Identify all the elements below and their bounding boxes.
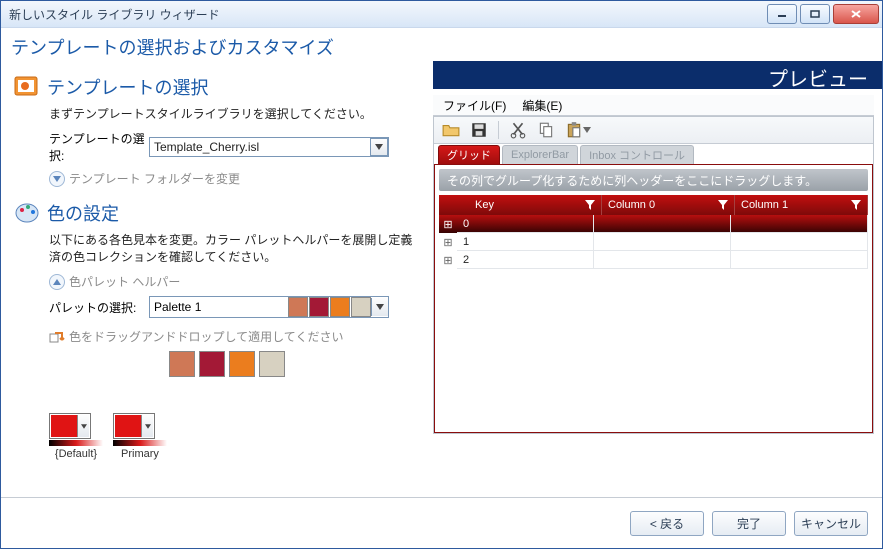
preview-tab[interactable]: ExplorerBar — [502, 145, 578, 164]
color-swatch[interactable] — [259, 351, 285, 377]
cell-col1 — [731, 251, 868, 269]
toolbar — [434, 117, 873, 144]
folder-link-text: テンプレート フォルダーを変更 — [69, 170, 240, 187]
expand-icon[interactable]: ⊞ — [439, 215, 457, 233]
chevron-down-icon — [371, 298, 388, 316]
chevron-down-icon — [370, 138, 388, 156]
expand-icon[interactable]: ⊞ — [439, 251, 457, 269]
template-desc: まずテンプレートスタイルライブラリを選択してください。 — [49, 105, 423, 122]
preview-tab[interactable]: グリッド — [438, 145, 500, 164]
left-panel: テンプレートの選択 まずテンプレートスタイルライブラリを選択してください。 テン… — [1, 61, 433, 498]
gradient-strip — [49, 440, 103, 446]
back-button[interactable]: < 戻る — [630, 511, 704, 536]
menu-bar: ファイル(F) 編集(E) — [433, 95, 874, 116]
tone-item: Primary — [113, 413, 167, 460]
column-header-1[interactable]: Column 1 — [735, 195, 868, 215]
table-row[interactable]: ⊞0 — [439, 215, 868, 233]
change-template-folder-link[interactable]: テンプレート フォルダーを変更 — [49, 170, 423, 187]
template-section-header: テンプレートの選択 — [13, 73, 423, 101]
cell-key: 1 — [457, 233, 594, 251]
palette-icon — [13, 199, 41, 227]
color-swatch[interactable] — [169, 351, 195, 377]
big-swatches — [169, 351, 423, 377]
paste-button[interactable] — [565, 121, 591, 139]
save-icon[interactable] — [470, 121, 488, 139]
tone-swatch-group: {Default} Primary — [49, 413, 423, 460]
palette-swatch — [330, 297, 350, 317]
finish-button[interactable]: 完了 — [712, 511, 786, 536]
chevron-down-icon — [49, 171, 65, 187]
grid-header: Key Column 0 Column 1 — [439, 195, 868, 215]
tone-item: {Default} — [49, 413, 103, 460]
separator — [498, 121, 499, 139]
chevron-down-icon — [583, 127, 591, 133]
copy-icon[interactable] — [537, 121, 555, 139]
preview-panel: プレビュー ファイル(F) 編集(E) — [433, 61, 882, 498]
tone-label: Primary — [113, 448, 167, 460]
titlebar: 新しいスタイル ライブラリ ウィザード — [1, 1, 882, 28]
palette-label: パレットの選択: — [49, 299, 149, 316]
maximize-button[interactable] — [800, 4, 830, 24]
cell-col0 — [594, 215, 731, 233]
wizard-footer: < 戻る 完了 キャンセル — [1, 497, 882, 548]
table-row[interactable]: ⊞1 — [439, 233, 868, 251]
template-title: テンプレートの選択 — [47, 74, 208, 100]
tone-label: {Default} — [49, 448, 103, 460]
grid-area: その列でグループ化するために列ヘッダーをここにドラッグします。 Key Colu… — [434, 165, 873, 433]
menu-edit[interactable]: 編集(E) — [522, 97, 562, 114]
paste-icon — [565, 121, 583, 139]
color-swatch[interactable] — [199, 351, 225, 377]
drag-hint-text: 色をドラッグアンドドロップして適用してください — [69, 328, 343, 345]
minimize-button[interactable] — [767, 4, 797, 24]
palette-helper-link[interactable]: 色パレット ヘルパー — [49, 273, 423, 290]
column-header-0[interactable]: Column 0 — [602, 195, 735, 215]
chevron-up-icon — [49, 274, 65, 290]
template-icon — [13, 73, 41, 101]
cell-key: 2 — [457, 251, 594, 269]
preview-tab[interactable]: Inbox コントロール — [580, 145, 694, 164]
menu-file[interactable]: ファイル(F) — [443, 97, 506, 114]
helper-link-text: 色パレット ヘルパー — [69, 273, 180, 290]
window-title: 新しいスタイル ライブラリ ウィザード — [1, 6, 220, 23]
cell-key: 0 — [457, 215, 594, 233]
table-row[interactable]: ⊞2 — [439, 251, 868, 269]
filter-icon[interactable] — [718, 200, 728, 210]
tone-swatch[interactable] — [113, 413, 155, 439]
chevron-down-icon — [77, 415, 89, 437]
preview-title: プレビュー — [433, 61, 882, 89]
drag-drop-icon — [49, 329, 65, 345]
cell-col1 — [731, 215, 868, 233]
wizard-window: 新しいスタイル ライブラリ ウィザード テンプレートの選択およびカスタマイズ テ… — [0, 0, 883, 549]
cell-col0 — [594, 251, 731, 269]
color-section-header: 色の設定 — [13, 199, 423, 227]
preview-tabs: グリッドExplorerBarInbox コントロール — [434, 144, 873, 165]
color-swatch[interactable] — [229, 351, 255, 377]
open-icon[interactable] — [442, 121, 460, 139]
cancel-button[interactable]: キャンセル — [794, 511, 868, 536]
palette-combo[interactable]: Palette 1 — [149, 296, 389, 318]
column-header-key[interactable]: Key — [469, 195, 602, 215]
palette-swatch — [309, 297, 329, 317]
palette-value: Palette 1 — [150, 300, 287, 314]
color-desc: 以下にある各色見本を変更。カラー パレットヘルパーを展開し定義済の色コレクション… — [49, 231, 423, 265]
filter-icon[interactable] — [585, 200, 595, 210]
palette-swatch — [288, 297, 308, 317]
group-by-hint[interactable]: その列でグループ化するために列ヘッダーをここにドラッグします。 — [439, 169, 868, 191]
drag-hint: 色をドラッグアンドドロップして適用してください — [49, 328, 423, 345]
expand-icon[interactable]: ⊞ — [439, 233, 457, 251]
chevron-down-icon — [141, 415, 153, 437]
filter-icon[interactable] — [851, 200, 861, 210]
cell-col0 — [594, 233, 731, 251]
palette-swatch — [351, 297, 371, 317]
close-button[interactable] — [833, 4, 879, 24]
template-combo[interactable]: Template_Cherry.isl — [149, 137, 389, 157]
cut-icon[interactable] — [509, 121, 527, 139]
palette-swatches — [287, 297, 371, 317]
template-label: テンプレートの選択: — [49, 130, 149, 164]
color-title: 色の設定 — [47, 200, 119, 226]
tone-swatch[interactable] — [49, 413, 91, 439]
cell-col1 — [731, 233, 868, 251]
gradient-strip — [113, 440, 167, 446]
template-value: Template_Cherry.isl — [154, 140, 370, 154]
